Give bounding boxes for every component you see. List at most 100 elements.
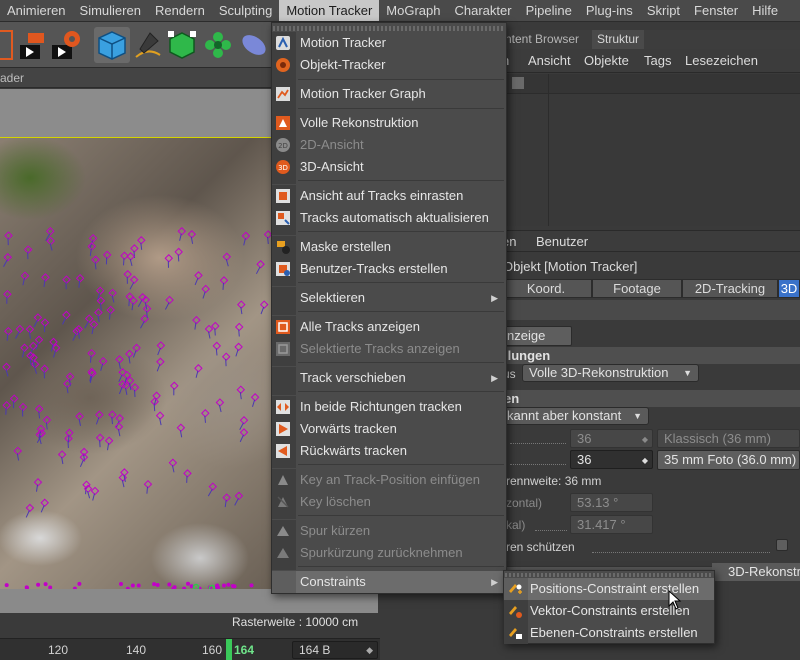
menu-tags[interactable]: Tags bbox=[644, 53, 671, 68]
track-marker[interactable] bbox=[33, 313, 43, 322]
track-marker[interactable] bbox=[183, 469, 192, 478]
track-marker[interactable] bbox=[165, 295, 174, 305]
render-view-icon[interactable] bbox=[14, 27, 50, 63]
track-marker[interactable] bbox=[106, 305, 115, 315]
track-marker[interactable] bbox=[129, 275, 139, 285]
track-marker[interactable] bbox=[40, 364, 49, 374]
mode-dropdown[interactable]: Volle 3D-Rekonstruktion ▼ bbox=[522, 364, 699, 382]
track-marker[interactable] bbox=[90, 486, 100, 496]
track-marker[interactable] bbox=[130, 244, 139, 253]
deformer-icon[interactable] bbox=[236, 27, 272, 63]
track-marker[interactable] bbox=[62, 275, 71, 284]
menu-benutzer[interactable]: Benutzer bbox=[536, 234, 588, 249]
menu-sculpting[interactable]: Sculpting bbox=[212, 0, 279, 21]
track-marker[interactable] bbox=[75, 273, 85, 283]
menu-charakter[interactable]: Charakter bbox=[448, 0, 519, 21]
track-marker[interactable] bbox=[95, 286, 105, 295]
track-marker[interactable] bbox=[156, 357, 165, 367]
menu-ansicht[interactable]: Ansicht bbox=[528, 53, 571, 68]
protect-checkbox[interactable] bbox=[776, 539, 788, 551]
track-marker[interactable] bbox=[208, 482, 218, 491]
menu-item-3d-ansicht[interactable]: 3D 3D-Ansicht bbox=[272, 156, 506, 178]
menu-item-alle-tracks-anzeigen[interactable]: Alle Tracks anzeigen bbox=[272, 316, 506, 338]
track-marker[interactable] bbox=[9, 394, 19, 403]
track-marker[interactable] bbox=[239, 416, 249, 425]
render-settings-icon[interactable] bbox=[48, 27, 84, 63]
menu-item-maske-erstellen[interactable]: Maske erstellen bbox=[272, 236, 506, 258]
menu-item-tracks-automatisch-aktualisieren[interactable]: Tracks automatisch aktualisieren bbox=[272, 207, 506, 229]
menu-item-volle-rekonstruktion[interactable]: Volle Rekonstruktion bbox=[272, 112, 506, 134]
menu-motion-tracker[interactable]: Motion Tracker bbox=[279, 0, 380, 21]
track-marker[interactable] bbox=[88, 233, 98, 243]
track-marker[interactable] bbox=[104, 436, 114, 445]
track-marker[interactable] bbox=[84, 314, 94, 323]
track-marker[interactable] bbox=[256, 260, 265, 269]
track-marker[interactable] bbox=[34, 335, 44, 345]
track-marker[interactable] bbox=[40, 498, 49, 508]
tab-content-browser[interactable]: ntent Browser bbox=[500, 30, 584, 49]
menu-objekte[interactable]: Objekte bbox=[584, 53, 629, 68]
track-marker[interactable] bbox=[89, 320, 99, 329]
menu-item-track-verschieben[interactable]: Track verschieben ▶ bbox=[272, 367, 506, 389]
cloner-icon[interactable] bbox=[200, 27, 236, 63]
submenu-item-positions-constraint-erstellen[interactable]: Positions-Constraint erstellen bbox=[504, 578, 714, 600]
tab-2d-tracking[interactable]: 2D-Tracking bbox=[682, 279, 778, 298]
menu-item-rückwärts-tracken[interactable]: Rückwärts tracken bbox=[272, 440, 506, 462]
track-marker[interactable] bbox=[18, 402, 28, 412]
track-marker[interactable] bbox=[23, 245, 33, 254]
playhead[interactable] bbox=[226, 639, 232, 660]
track-marker[interactable] bbox=[20, 343, 29, 353]
track-marker[interactable] bbox=[87, 348, 96, 358]
menu-item-benutzer-tracks-erstellen[interactable]: Benutzer-Tracks erstellen bbox=[272, 258, 506, 280]
track-marker[interactable] bbox=[239, 428, 249, 437]
track-marker[interactable] bbox=[108, 410, 117, 419]
track-marker[interactable] bbox=[95, 433, 105, 442]
track-marker[interactable] bbox=[212, 341, 222, 351]
subdivision-icon[interactable] bbox=[164, 27, 200, 63]
stepper-icon[interactable]: ◆ bbox=[366, 642, 373, 658]
track-marker[interactable] bbox=[219, 276, 229, 285]
track-marker[interactable] bbox=[4, 326, 13, 336]
stepper-icon[interactable]: ◆ bbox=[642, 452, 648, 469]
tab-3d[interactable]: 3D bbox=[778, 279, 800, 298]
track-marker[interactable] bbox=[95, 410, 104, 420]
track-marker[interactable] bbox=[130, 383, 140, 392]
menu-lesezeichen[interactable]: Lesezeichen bbox=[685, 53, 758, 68]
track-marker[interactable] bbox=[98, 356, 108, 366]
reconstruction-button[interactable]: 3D-Rekonstr bbox=[712, 563, 800, 581]
menu-item-selektieren[interactable]: Selektieren ▶ bbox=[272, 287, 506, 309]
track-marker[interactable] bbox=[234, 491, 244, 501]
sensor-field[interactable]: 36 ◆ bbox=[570, 450, 653, 469]
track-marker[interactable] bbox=[143, 479, 153, 489]
menu-pipeline[interactable]: Pipeline bbox=[519, 0, 579, 21]
track-marker[interactable] bbox=[177, 227, 187, 236]
display-button[interactable]: nzeige bbox=[500, 326, 572, 346]
menu-item-in-beide-richtungen-tracken[interactable]: In beide Richtungen tracken bbox=[272, 396, 506, 418]
visibility-icon[interactable] bbox=[512, 77, 524, 89]
menu-item-vorwärts-tracken[interactable]: Vorwärts tracken bbox=[272, 418, 506, 440]
menu-plugins[interactable]: Plug-ins bbox=[579, 0, 640, 21]
track-marker[interactable] bbox=[156, 341, 166, 350]
menu-mograph[interactable]: MoGraph bbox=[379, 0, 447, 21]
track-marker[interactable] bbox=[201, 284, 210, 294]
track-marker[interactable] bbox=[3, 289, 12, 299]
menu-fenster[interactable]: Fenster bbox=[687, 0, 745, 21]
focal-mode-dropdown[interactable]: kannt aber konstant ▼ bbox=[500, 407, 649, 425]
menu-item-motion-tracker[interactable]: Motion Tracker bbox=[272, 32, 506, 54]
object-list[interactable] bbox=[500, 74, 800, 226]
submenu-item-vektor-constraints-erstellen[interactable]: Vektor-Constraints erstellen bbox=[504, 600, 714, 622]
menu-item-constraints[interactable]: Constraints ▶ bbox=[272, 571, 506, 593]
track-marker[interactable] bbox=[4, 231, 13, 240]
track-marker[interactable] bbox=[170, 381, 179, 391]
track-marker[interactable] bbox=[62, 310, 71, 320]
track-marker[interactable] bbox=[65, 372, 75, 381]
track-marker[interactable] bbox=[41, 273, 50, 282]
frame-field[interactable]: 164 B ◆ bbox=[292, 641, 378, 659]
track-marker[interactable] bbox=[123, 270, 132, 279]
track-marker[interactable] bbox=[259, 300, 269, 309]
menu-item-ansicht-auf-tracks-einrasten[interactable]: Ansicht auf Tracks einrasten bbox=[272, 185, 506, 207]
track-marker[interactable] bbox=[118, 368, 127, 377]
track-marker[interactable] bbox=[194, 271, 203, 280]
track-marker[interactable] bbox=[40, 318, 50, 327]
track-marker[interactable] bbox=[222, 493, 231, 502]
